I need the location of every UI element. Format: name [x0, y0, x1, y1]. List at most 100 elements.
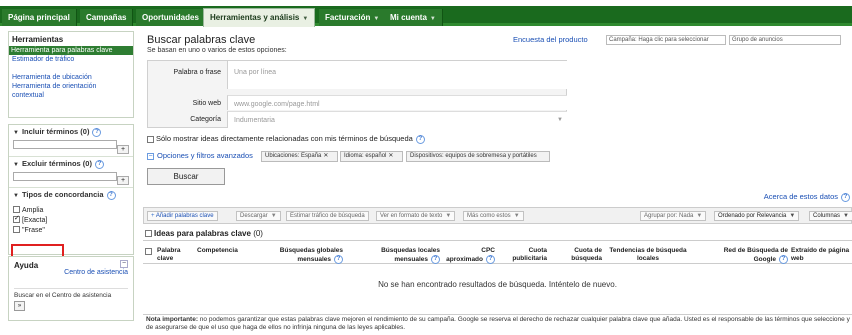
tool-keyword-tool[interactable]: Herramienta para palabras clave — [9, 46, 133, 55]
collapse-icon[interactable]: − — [147, 152, 154, 160]
tab-billing[interactable]: Facturación ▼ — [319, 9, 387, 26]
checkbox[interactable] — [13, 206, 20, 214]
top-navigation: Página principal Campañas Oportunidades … — [0, 6, 852, 27]
tool-contextual-targeting[interactable]: Herramienta de orientación contextual — [12, 82, 130, 100]
help-icon[interactable]: ? — [106, 190, 116, 200]
help-icon[interactable]: ? — [431, 254, 440, 264]
chip-devices[interactable]: Dispositivos: equipos de sobremesa y por… — [406, 151, 550, 162]
only-related-row[interactable]: Sólo mostrar ideas directamente relacion… — [147, 134, 425, 144]
site-input[interactable]: www.google.com/page.html — [227, 95, 567, 110]
close-icon[interactable]: ✕ — [323, 153, 328, 159]
results-toolbar: + Añadir palabras clave Descargar ▼ Estim… — [143, 207, 852, 224]
campaign-select[interactable]: Campaña: Haga clic para seleccionar — [606, 35, 726, 45]
tool-placement[interactable]: Herramienta de ubicación — [12, 73, 130, 82]
ideas-heading: Ideas para palabras clave (0) — [143, 228, 852, 241]
match-broad[interactable]: Amplia — [13, 206, 129, 216]
about-data-link[interactable]: Acerca de estos datos? — [764, 192, 850, 202]
tab-campaigns[interactable]: Campañas — [80, 9, 134, 26]
word-label: Palabra o frase — [173, 69, 221, 76]
category-select[interactable]: Indumentaria ▼ — [227, 111, 567, 128]
match-types-heading[interactable]: ▼ Tipos de concordancia? — [13, 190, 129, 200]
checkbox[interactable] — [145, 230, 152, 238]
add-keywords-button[interactable]: + Añadir palabras clave — [147, 211, 218, 221]
help-icon[interactable]: ? — [415, 134, 425, 144]
close-icon[interactable]: ✕ — [388, 153, 393, 159]
only-related-label: Sólo mostrar ideas directamente relacion… — [156, 134, 413, 143]
checkbox-checked[interactable] — [13, 214, 20, 224]
col-search-share[interactable]: Cuota de búsqueda — [556, 247, 602, 262]
exclude-terms-heading[interactable]: ▼ Excluir términos (0)? — [13, 159, 129, 169]
help-icon[interactable]: ? — [486, 254, 495, 264]
tab-campaigns-label: Campañas — [86, 13, 127, 22]
checkbox[interactable] — [147, 135, 154, 143]
col-ad-share[interactable]: Cuota publicitaria — [503, 247, 547, 262]
col-local-trends[interactable]: Tendencias de búsqueda locales — [608, 247, 688, 262]
col-keyword[interactable]: Palabra clave — [157, 247, 187, 262]
adgroup-select[interactable]: Grupo de anuncios — [729, 35, 841, 45]
site-label: Sitio web — [192, 100, 221, 107]
add-keywords-label: Añadir palabras clave — [155, 213, 214, 219]
help-icon[interactable]: ? — [92, 127, 102, 137]
category-value: Indumentaria — [234, 117, 275, 124]
tab-opportunities[interactable]: Oportunidades — [136, 9, 206, 26]
select-all-checkbox[interactable] — [145, 248, 152, 255]
help-center-link[interactable]: Centro de asistencia — [64, 269, 128, 276]
col-competition[interactable]: Competencia — [197, 247, 247, 255]
chevron-down-icon: ▼ — [302, 16, 309, 22]
match-exact[interactable]: [Exacta] — [13, 214, 129, 226]
search-button[interactable]: Buscar — [147, 168, 225, 185]
ideas-count: (0) — [253, 229, 263, 238]
tab-home[interactable]: Página principal — [2, 9, 77, 26]
chip-language-label: Idioma: español — [344, 153, 387, 159]
tab-my-account[interactable]: Mi cuenta ▼ — [384, 9, 443, 26]
exclude-terms-input[interactable] — [13, 171, 117, 181]
download-label: Descargar — [240, 213, 268, 219]
advanced-options-link[interactable]: Opciones y filtros avanzados — [157, 151, 253, 160]
table-header: Palabra clave Competencia Búsquedas glob… — [143, 246, 852, 264]
chip-location[interactable]: Ubicaciones: España ✕ — [261, 151, 338, 162]
view-text-button[interactable]: Ver en formato de texto ▼ — [376, 211, 456, 221]
chevron-down-icon: ▼ — [445, 213, 452, 219]
tools-heading: Herramientas — [12, 35, 64, 44]
chip-language[interactable]: Idioma: español ✕ — [340, 151, 403, 162]
triangle-down-icon: ▼ — [13, 130, 19, 136]
help-icon[interactable]: ? — [94, 159, 104, 169]
tab-tools-analysis[interactable]: Herramientas y análisis ▼ — [203, 8, 316, 27]
col-local-searches[interactable]: Búsquedas locales mensuales? — [360, 247, 440, 264]
help-icon[interactable]: ? — [334, 254, 343, 264]
more-like-button[interactable]: Más como estos ▼ — [463, 211, 524, 221]
match-phrase[interactable]: "Frase" — [13, 226, 129, 236]
include-terms-heading[interactable]: ▼ Incluir términos (0)? — [13, 127, 129, 137]
exclude-add-button[interactable]: + — [117, 176, 129, 185]
word-input[interactable]: Una por línea — [227, 61, 567, 89]
estimate-traffic-button[interactable]: Estimar tráfico de búsqueda — [286, 211, 369, 221]
triangle-down-icon: ▼ — [13, 193, 19, 199]
chevron-down-icon: ▼ — [373, 16, 380, 22]
help-icon[interactable]: ? — [841, 192, 850, 202]
download-button[interactable]: Descargar ▼ — [236, 211, 281, 221]
tab-home-label: Página principal — [8, 13, 70, 22]
include-terms-input[interactable] — [13, 139, 117, 149]
columns-button[interactable]: Columnas ▼ — [809, 211, 852, 221]
chevron-down-icon: ▼ — [789, 213, 796, 219]
important-note: Nota importante: no podemos garantizar q… — [146, 316, 851, 332]
checkbox[interactable] — [13, 226, 20, 234]
help-box: Ayuda − Centro de asistencia Buscar en e… — [8, 256, 134, 321]
collapse-icon[interactable]: − — [120, 260, 128, 268]
col-extracted-from-page[interactable]: Extraído de página web — [791, 247, 852, 262]
tool-traffic-estimator[interactable]: Estimador de tráfico — [12, 55, 130, 64]
group-by-button[interactable]: Agrupar por: Nada ▼ — [640, 211, 707, 221]
triangle-down-icon: ▼ — [13, 162, 19, 168]
chevron-down-icon: ▼ — [696, 213, 703, 219]
help-search-button[interactable]: » — [14, 301, 25, 311]
help-icon[interactable]: ? — [779, 254, 788, 264]
col-global-searches[interactable]: Búsquedas globales mensuales? — [265, 247, 343, 264]
main-content: Buscar palabras clave Se basan en uno o … — [141, 31, 852, 335]
filters-box: ▼ Incluir términos (0)? + ▼ Excluir términ… — [8, 124, 134, 255]
col-cpc[interactable]: CPC aproximado? — [443, 247, 495, 264]
survey-link[interactable]: Encuesta del producto — [513, 35, 588, 44]
col-google-search-network[interactable]: Red de Búsqueda de Google? — [708, 247, 788, 264]
include-add-button[interactable]: + — [117, 145, 129, 154]
sort-by-button[interactable]: Ordenado por Relevancia ▼ — [714, 211, 800, 221]
advanced-options-row[interactable]: − Opciones y filtros avanzados — [147, 151, 253, 160]
